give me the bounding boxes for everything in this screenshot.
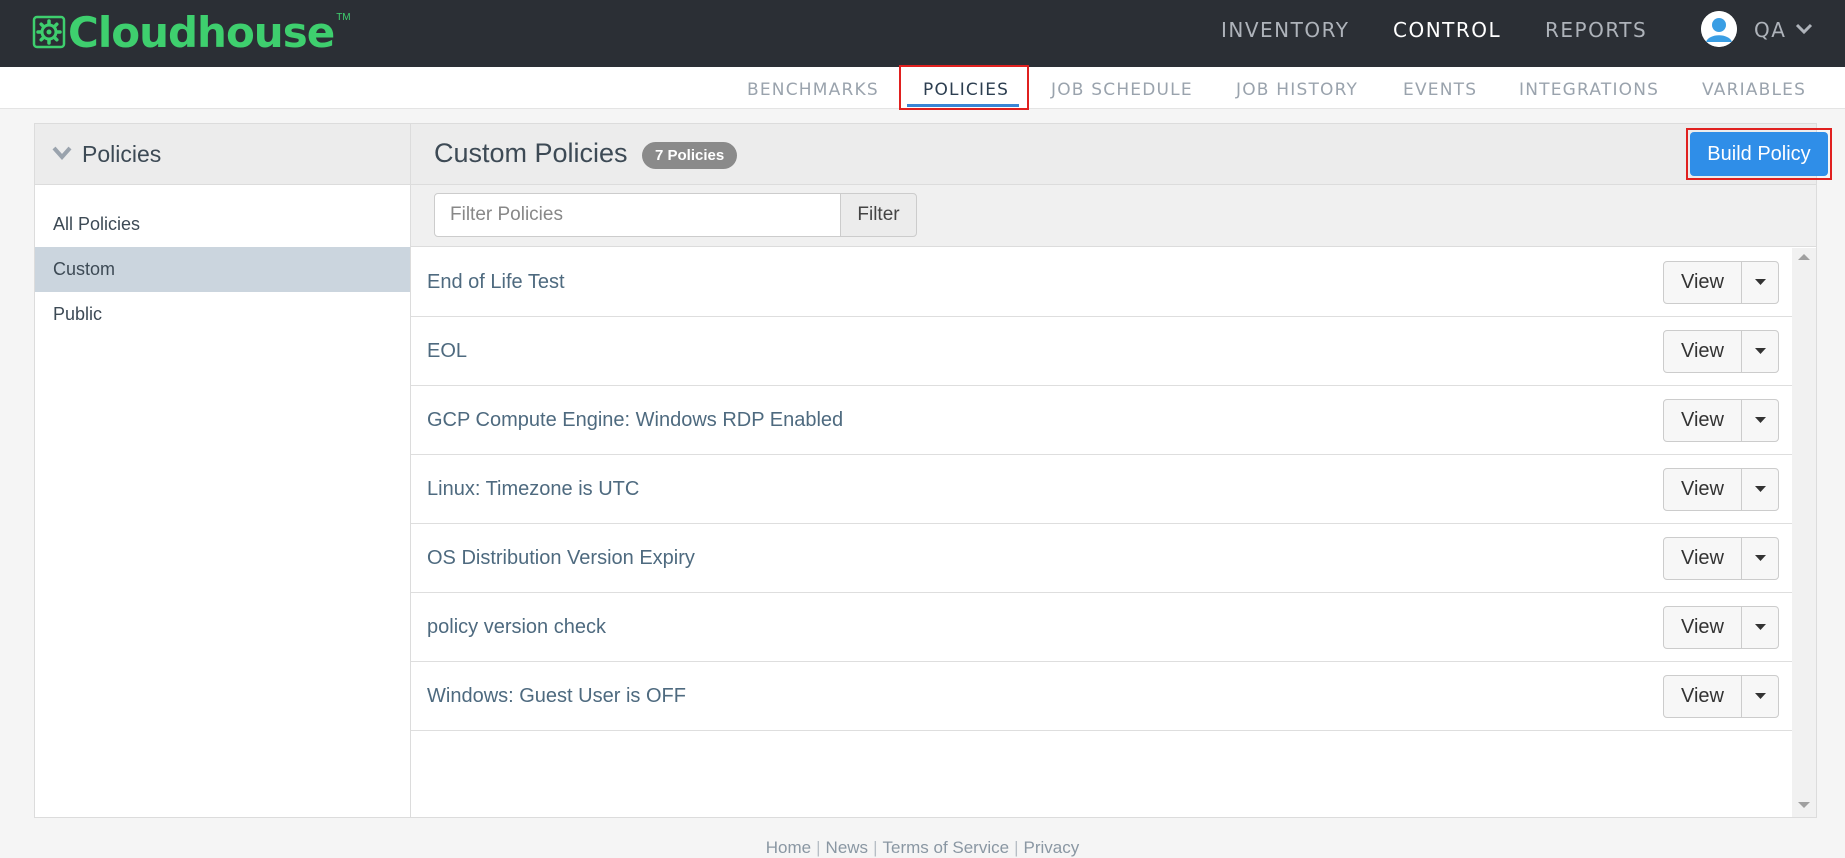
sidebar-header[interactable]: Policies [35, 124, 410, 185]
list-scrollbar[interactable] [1792, 248, 1816, 817]
tab-benchmarks[interactable]: BENCHMARKS [747, 80, 879, 100]
sidebar-item-public[interactable]: Public [35, 292, 410, 337]
content-area: Custom Policies 7 Policies Build Policy … [411, 124, 1832, 817]
caret-down-icon [1755, 417, 1766, 423]
caret-down-icon [1755, 279, 1766, 285]
filter-bar: Filter [411, 185, 1816, 247]
sidebar-item-all-policies[interactable]: All Policies [35, 202, 410, 247]
view-dropdown-button[interactable] [1741, 606, 1779, 649]
list-item: Windows: Guest User is OFF View [411, 662, 1792, 731]
tab-policies[interactable]: POLICIES [923, 80, 1009, 100]
footer-link-news[interactable]: News [826, 838, 869, 857]
sidebar-item-custom[interactable]: Custom [35, 247, 410, 292]
active-tab-underline [907, 104, 1019, 107]
tab-events[interactable]: EVENTS [1403, 80, 1477, 100]
caret-down-icon [1755, 348, 1766, 354]
list-item: GCP Compute Engine: Windows RDP Enabled … [411, 386, 1792, 455]
footer-link-privacy[interactable]: Privacy [1024, 838, 1080, 857]
top-bar: Cloudhouse TM INVENTORY CONTROL REPORTS … [0, 0, 1845, 67]
filter-policies-input[interactable] [434, 193, 841, 237]
view-dropdown-button[interactable] [1741, 399, 1779, 442]
topnav-inventory[interactable]: INVENTORY [1221, 18, 1349, 42]
policy-name-link[interactable]: policy version check [427, 616, 606, 639]
logo-wordmark: Cloudhouse [68, 7, 335, 57]
cloudhouse-logo[interactable]: Cloudhouse TM [32, 6, 351, 58]
view-button[interactable]: View [1663, 261, 1742, 304]
list-item: Linux: Timezone is UTC View [411, 455, 1792, 524]
footer-separator: | [1014, 838, 1019, 857]
tab-job-schedule[interactable]: JOB SCHEDULE [1051, 80, 1193, 100]
caret-down-icon [1755, 486, 1766, 492]
footer-link-terms[interactable]: Terms of Service [882, 838, 1009, 857]
logo-trademark: TM [336, 12, 351, 23]
footer-separator: | [816, 838, 821, 857]
scroll-up-arrow-icon[interactable] [1798, 253, 1810, 261]
topnav-control[interactable]: CONTROL [1393, 18, 1501, 42]
filter-button[interactable]: Filter [840, 193, 917, 237]
view-dropdown-button[interactable] [1741, 468, 1779, 511]
view-button[interactable]: View [1663, 330, 1742, 373]
chevron-down-icon[interactable] [1795, 22, 1813, 36]
gear-icon [32, 15, 66, 49]
caret-down-icon [1755, 693, 1766, 699]
build-policy-button[interactable]: Build Policy [1690, 132, 1828, 176]
policy-name-link[interactable]: Linux: Timezone is UTC [427, 478, 639, 501]
content-header: Custom Policies 7 Policies Build Policy [411, 124, 1832, 185]
policy-name-link[interactable]: OS Distribution Version Expiry [427, 547, 695, 570]
tab-variables[interactable]: VARIABLES [1702, 80, 1806, 100]
tab-job-history[interactable]: JOB HISTORY [1236, 80, 1358, 100]
policy-list: End of Life Test View EOL View GCP Compu… [411, 248, 1792, 817]
list-item: policy version check View [411, 593, 1792, 662]
user-avatar-icon[interactable] [1701, 11, 1737, 47]
view-button[interactable]: View [1663, 675, 1742, 718]
footer-link-home[interactable]: Home [766, 838, 811, 857]
sidebar-title: Policies [82, 141, 162, 167]
tab-integrations[interactable]: INTEGRATIONS [1519, 80, 1659, 100]
footer: Home | News | Terms of Service | Privacy [0, 838, 1845, 858]
list-item: EOL View [411, 317, 1792, 386]
view-dropdown-button[interactable] [1741, 261, 1779, 304]
list-item: OS Distribution Version Expiry View [411, 524, 1792, 593]
caret-down-icon [1755, 624, 1766, 630]
policy-name-link[interactable]: Windows: Guest User is OFF [427, 685, 686, 708]
policy-name-link[interactable]: GCP Compute Engine: Windows RDP Enabled [427, 409, 843, 432]
list-item: End of Life Test View [411, 248, 1792, 317]
page-title: Custom Policies [434, 138, 628, 168]
sidebar: Policies All Policies Custom Public [35, 124, 411, 817]
view-button[interactable]: View [1663, 537, 1742, 580]
view-dropdown-button[interactable] [1741, 675, 1779, 718]
count-badge: 7 Policies [642, 142, 738, 169]
chevron-down-icon[interactable] [52, 146, 72, 160]
view-button[interactable]: View [1663, 399, 1742, 442]
policy-name-link[interactable]: EOL [427, 340, 467, 363]
view-button[interactable]: View [1663, 468, 1742, 511]
view-dropdown-button[interactable] [1741, 537, 1779, 580]
view-button[interactable]: View [1663, 606, 1742, 649]
view-dropdown-button[interactable] [1741, 330, 1779, 373]
topnav-reports[interactable]: REPORTS [1545, 18, 1647, 42]
sub-nav: BENCHMARKS POLICIES JOB SCHEDULE JOB HIS… [0, 65, 1845, 110]
policy-name-link[interactable]: End of Life Test [427, 271, 565, 294]
user-menu-label[interactable]: QA [1754, 18, 1786, 42]
main-panel: Policies All Policies Custom Public Cust… [34, 123, 1832, 818]
footer-separator: | [873, 838, 878, 857]
caret-down-icon [1755, 555, 1766, 561]
scroll-down-arrow-icon[interactable] [1798, 801, 1810, 809]
